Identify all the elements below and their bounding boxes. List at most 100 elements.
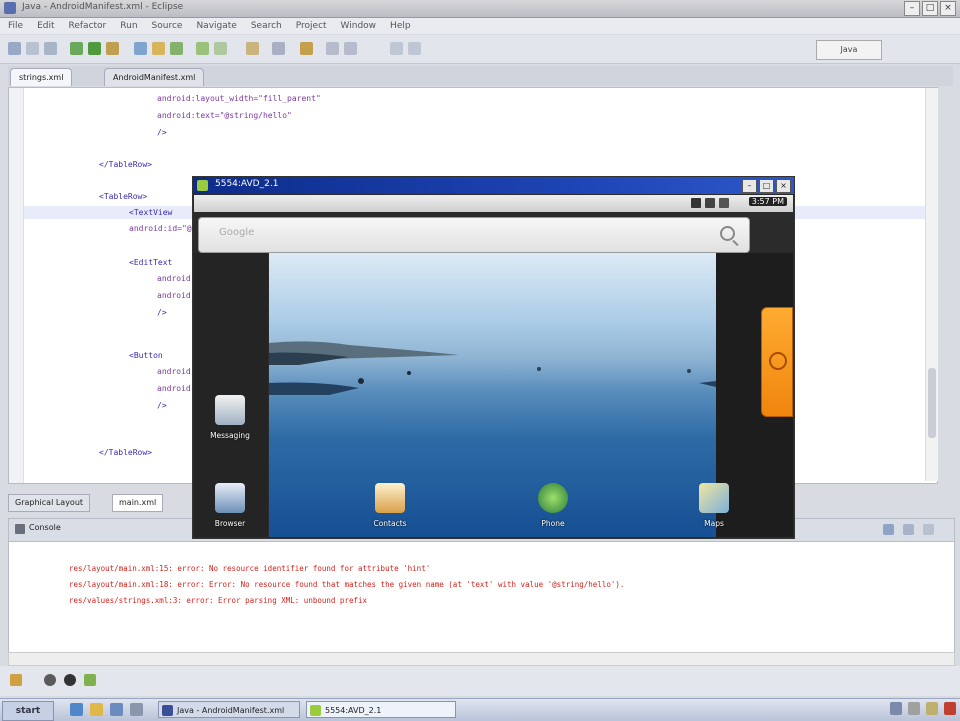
network-icon[interactable] <box>890 702 902 715</box>
forward-icon[interactable] <box>408 42 421 55</box>
window-title: Java - AndroidManifest.xml - Eclipse <box>22 2 184 12</box>
code-line: /> <box>157 308 167 317</box>
app-label-contacts[interactable]: Contacts <box>360 519 420 528</box>
emulator-title-bar: 5554:AVD_2.1 – □ × <box>193 177 794 194</box>
usb-icon <box>691 198 701 208</box>
menu-window[interactable]: Window <box>341 18 377 34</box>
tab-main-xml[interactable]: main.xml <box>112 494 164 512</box>
tab-android-manifest[interactable]: AndroidManifest.xml <box>104 68 205 86</box>
volume-icon[interactable] <box>908 702 920 715</box>
minimize-button[interactable]: – <box>904 1 920 16</box>
code-line: <EditText <box>129 258 173 267</box>
main-toolbar: Java <box>0 35 960 64</box>
avd-manager-icon[interactable] <box>214 42 227 55</box>
prev-edit-icon[interactable] <box>326 42 339 55</box>
emulator-maximize-button[interactable]: □ <box>759 179 774 193</box>
open-type-icon[interactable] <box>246 42 259 55</box>
android-status-bar: 3:57 PM <box>194 195 793 212</box>
tab-strings-xml[interactable]: strings.xml <box>10 68 73 86</box>
tab-graphical-layout[interactable]: Graphical Layout <box>8 494 91 512</box>
taskbar-item-eclipse[interactable]: Java - AndroidManifest.xml <box>158 701 300 718</box>
debug-icon[interactable] <box>70 42 83 55</box>
code-line: </TableRow> <box>99 448 152 457</box>
annotation-icon[interactable] <box>300 42 313 55</box>
perspective-switcher[interactable]: Java <box>816 40 882 60</box>
app-label-browser[interactable]: Browser <box>200 519 260 528</box>
app-drawer-tab[interactable] <box>761 307 793 417</box>
pin-console-icon[interactable] <box>883 524 894 535</box>
search-icon[interactable] <box>272 42 285 55</box>
run-icon[interactable] <box>88 42 101 55</box>
android-sdk-icon[interactable] <box>196 42 209 55</box>
code-line: <Button <box>129 351 163 360</box>
new-package-icon[interactable] <box>152 42 165 55</box>
menu-run[interactable]: Run <box>120 18 137 34</box>
status-bar <box>0 666 960 696</box>
status-clock: 3:57 PM <box>748 197 787 206</box>
phone-icon[interactable] <box>538 483 568 513</box>
menu-navigate[interactable]: Navigate <box>196 18 236 34</box>
fast-view-icon[interactable] <box>10 674 22 686</box>
contacts-icon[interactable] <box>375 483 405 513</box>
maximize-button[interactable]: □ <box>922 1 938 16</box>
new-java-project-icon[interactable] <box>134 42 147 55</box>
windows-taskbar: start Java - AndroidManifest.xml 5554:AV… <box>0 698 960 721</box>
app-label-phone[interactable]: Phone <box>523 519 583 528</box>
taskbar-item-emulator[interactable]: 5554:AVD_2.1 <box>306 701 456 718</box>
scrollbar-thumb[interactable] <box>928 368 936 438</box>
system-tray <box>890 702 956 715</box>
external-tools-icon[interactable] <box>106 42 119 55</box>
close-button[interactable]: × <box>940 1 956 16</box>
code-line: <TableRow> <box>99 192 148 201</box>
ddms-icon <box>64 674 76 686</box>
tray-app-icon[interactable] <box>926 702 938 715</box>
menu-refactor[interactable]: Refactor <box>69 18 107 34</box>
messaging-icon[interactable] <box>215 395 245 425</box>
quicklaunch-ie-icon[interactable] <box>70 703 83 716</box>
menu-file[interactable]: File <box>8 18 23 34</box>
start-button[interactable]: start <box>2 701 54 721</box>
menu-edit[interactable]: Edit <box>37 18 54 34</box>
window-title-bar: Java - AndroidManifest.xml - Eclipse – □… <box>0 0 960 18</box>
emulator-close-button[interactable]: × <box>776 179 791 193</box>
new-icon[interactable] <box>8 42 21 55</box>
menu-source[interactable]: Source <box>152 18 183 34</box>
menu-help[interactable]: Help <box>390 18 411 34</box>
tab-console[interactable]: Console <box>29 523 61 532</box>
battery-icon <box>719 198 729 208</box>
app-label-messaging[interactable]: Messaging <box>200 431 260 440</box>
next-edit-icon[interactable] <box>344 42 357 55</box>
maps-icon[interactable] <box>699 483 729 513</box>
back-icon[interactable] <box>390 42 403 55</box>
console-error-line: res/values/strings.xml:3: error: Error p… <box>69 596 368 605</box>
print-icon[interactable] <box>44 42 57 55</box>
emulator-minimize-button[interactable]: – <box>742 179 757 193</box>
editor-scrollbar[interactable] <box>925 88 938 481</box>
show-desktop-icon[interactable] <box>130 703 143 716</box>
quicklaunch-media-icon[interactable] <box>110 703 123 716</box>
emulator-title: 5554:AVD_2.1 <box>215 179 279 189</box>
console-output[interactable]: res/layout/main.xml:15: error: No resour… <box>8 541 955 653</box>
antivirus-icon[interactable] <box>944 702 956 715</box>
editor-tab-bar: strings.xml AndroidManifest.xml <box>8 66 953 86</box>
menu-search[interactable]: Search <box>251 18 282 34</box>
android-emulator-window[interactable]: 5554:AVD_2.1 – □ × 3:57 PM Google Messag… <box>192 176 795 539</box>
minimize-view-icon[interactable] <box>923 524 934 535</box>
android-emulator-icon <box>310 705 321 716</box>
save-icon[interactable] <box>26 42 39 55</box>
app-label-maps[interactable]: Maps <box>684 519 744 528</box>
menu-project[interactable]: Project <box>296 18 327 34</box>
console-horizontal-scrollbar[interactable] <box>8 652 955 666</box>
code-line: android:layout_width="fill_parent" <box>157 94 321 103</box>
quicklaunch-folder-icon[interactable] <box>90 703 103 716</box>
display-console-icon[interactable] <box>903 524 914 535</box>
new-class-icon[interactable] <box>170 42 183 55</box>
taskbar-item-label: 5554:AVD_2.1 <box>325 706 382 715</box>
taskbar-item-label: Java - AndroidManifest.xml <box>177 706 285 715</box>
browser-icon[interactable] <box>215 483 245 513</box>
app-drawer-icon <box>769 352 787 370</box>
search-icon[interactable] <box>720 226 735 241</box>
google-search-widget[interactable]: Google <box>198 217 750 253</box>
wallpaper-landscape <box>269 341 716 395</box>
android-icon <box>197 180 208 191</box>
